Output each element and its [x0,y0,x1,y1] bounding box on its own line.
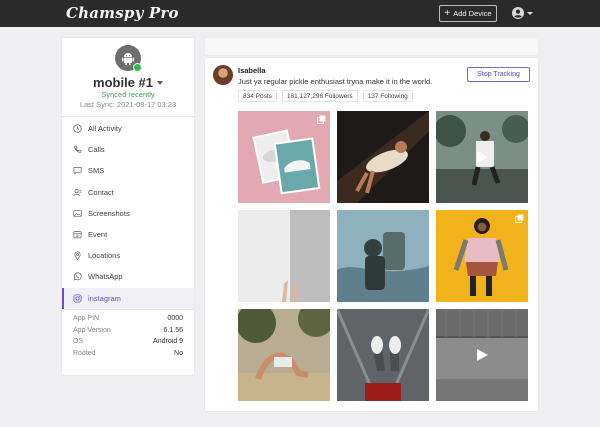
post-thumbnail-feet-on-street[interactable] [337,309,429,401]
top-navbar: Chamspy Pro + Add Device [0,0,600,27]
sidebar-item-label: Calls [88,145,105,155]
profile-avatar [213,65,233,85]
device-sidebar: mobile #1 Synced recently Last Sync: 202… [62,38,194,375]
spec-label: OS [73,338,84,345]
last-sync-time: Last Sync: 2021-08-17 03:23 [79,100,177,109]
sidebar-item-contact[interactable]: Contact [62,182,194,203]
instagram-profile-panel: Isabella Just ya regular pickle enthusia… [205,58,538,411]
sidebar-item-whatsapp[interactable]: WhatsApp [62,266,194,287]
post-thumbnail-seated-man-park[interactable] [436,111,528,203]
sidebar-item-all-activity[interactable]: All Activity [62,118,194,139]
android-device-icon [115,45,142,72]
divider [62,116,194,117]
sidebar-item-label: SMS [88,166,105,176]
sidebar-item-locations[interactable]: Locations [62,245,194,266]
post-thumbnail-yoga-pose[interactable] [238,309,330,401]
plus-icon: + [444,7,451,19]
location-pin-icon [74,251,81,261]
sidebar-item-event[interactable]: Event [62,224,194,245]
sidebar-item-instagram[interactable]: instagram [62,287,194,309]
add-device-label: Add Device [453,9,492,18]
sidebar-item-sms[interactable]: SMS [62,160,194,181]
chevron-down-icon [527,11,533,15]
sidebar-item-label: WhatsApp [88,272,123,282]
add-device-button[interactable]: + Add Device [439,5,497,22]
posts-count-badge: 834 Posts [238,90,277,102]
whatsapp-icon [73,272,82,281]
video-play-icon [477,151,488,163]
followers-count-badge: 181,127,296 Followers [281,90,358,102]
carousel-icon [317,115,326,124]
spec-value: 6.1.56 [163,326,183,334]
calendar-icon [73,231,82,239]
spec-row-app-pin: App PIN 0000 [73,315,183,327]
spec-label: App PIN [73,315,100,322]
sidebar-item-label: Locations [88,251,121,261]
profile-username: Isabella [238,66,266,75]
post-thumbnail-hands-white-wall[interactable] [238,210,330,302]
post-thumbnail-reclining-woman[interactable] [337,111,429,203]
sidebar-item-label: Contact [88,187,114,197]
spec-row-app-version: App Version 6.1.56 [73,327,183,339]
sidebar-item-label: All Activity [88,124,122,134]
post-thumbnail-hiker-backpack[interactable] [337,210,429,302]
sync-status: Synced recently [101,90,155,99]
online-status-dot [133,63,142,72]
chevron-down-icon [156,80,163,85]
stop-tracking-button[interactable]: Stop Tracking [467,67,530,82]
video-play-icon [477,349,488,361]
feature-nav: All Activity Calls SMS Contact Screensho… [62,118,194,309]
phone-icon [74,145,82,153]
following-count-badge: 137 Following [362,90,413,102]
device-specs: App PIN 0000 App Version 6.1.56 OS Android … [62,315,194,361]
content-header-bar [205,38,538,55]
sidebar-item-calls[interactable]: Calls [62,139,194,160]
user-menu[interactable] [512,7,533,19]
brand-logo[interactable]: Chamspy Pro [66,4,179,22]
spec-row-os: OS Android 9 [73,338,183,350]
spec-value: No [174,349,183,357]
spec-value: 0000 [167,315,183,322]
spec-label: App Version [73,326,111,334]
message-icon [73,167,82,176]
contact-icon [73,188,82,196]
device-name: mobile #1 [93,75,153,90]
post-thumbnail-sneaker-cards[interactable] [238,111,330,203]
spec-row-rooted: Rooted No [73,350,183,362]
image-icon [73,209,82,217]
profile-bio: Just ya regular pickle enthusiast tryna … [238,77,433,86]
divider [62,309,194,310]
device-selector[interactable]: mobile #1 [62,75,194,90]
post-thumbnail-grey-street[interactable] [436,309,528,401]
carousel-icon [515,214,524,223]
user-circle-icon [512,7,524,19]
sidebar-item-label: Screenshots [88,208,130,218]
sidebar-item-label: Event [88,230,108,240]
post-thumbnail-woman-yellow-wall[interactable] [436,210,528,302]
instagram-content: Isabella Just ya regular pickle enthusia… [205,38,538,411]
instagram-icon [73,294,82,303]
sidebar-item-label: instagram [88,293,121,303]
clock-icon [73,124,82,133]
profile-stats: 834 Posts 181,127,296 Followers 137 Foll… [238,90,413,102]
spec-label: Rooted [73,349,96,357]
spec-value: Android 9 [153,338,183,345]
sidebar-item-screenshots[interactable]: Screenshots [62,203,194,224]
